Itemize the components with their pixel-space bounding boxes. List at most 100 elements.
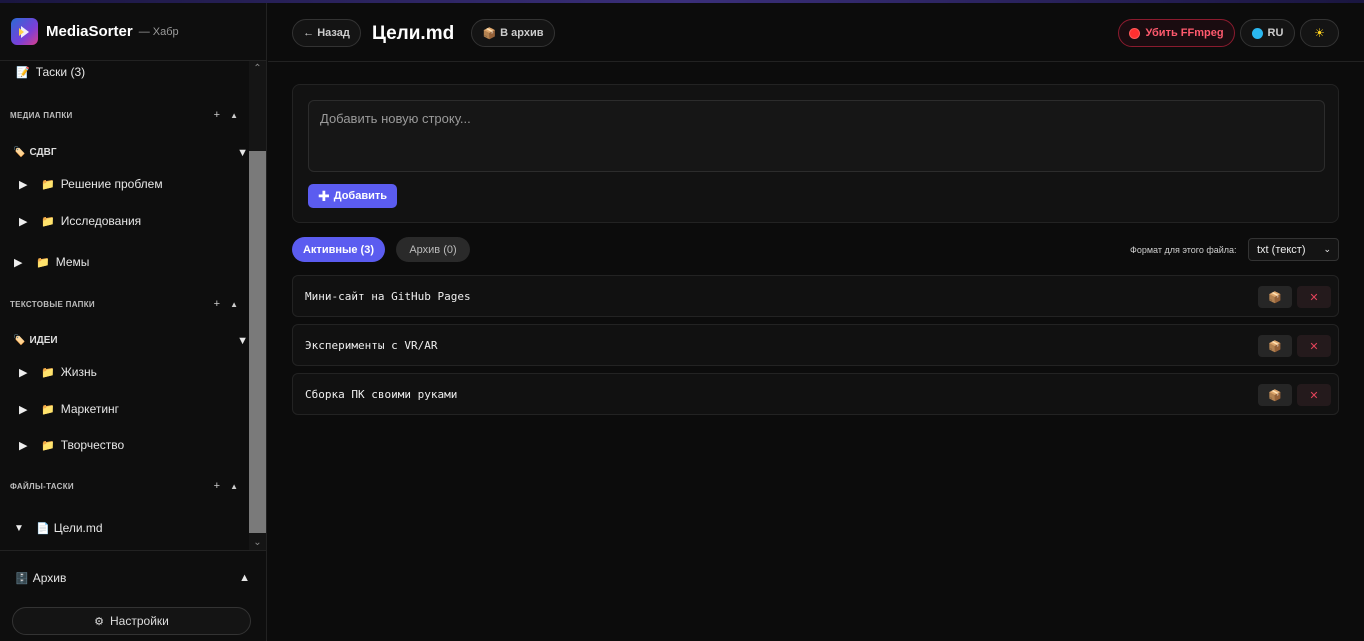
sun-icon: ☀	[1314, 26, 1325, 40]
folder-icon: 📁	[36, 256, 50, 269]
delete-item-button[interactable]: ✕	[1297, 335, 1331, 357]
add-media-folder-button[interactable]: +	[214, 109, 220, 122]
memo-icon: 📝	[16, 66, 30, 79]
page-title: Цели.md	[372, 23, 455, 44]
list-item: Мини-сайт на GitHub Pages 📦 ✕	[292, 275, 1339, 317]
group-label: ИДЕИ	[29, 335, 58, 346]
close-icon: ✕	[1309, 388, 1319, 402]
app-logo-icon	[11, 18, 38, 45]
section-text-folders: ТЕКСТОВЫЕ ПАПКИ + ▲	[10, 298, 248, 311]
section-title: ТЕКСТОВЫЕ ПАПКИ	[10, 300, 95, 309]
scroll-down-arrow-icon[interactable]: ⌄	[249, 535, 266, 551]
folder-icon: 📁	[41, 178, 55, 191]
section-title: ФАЙЛЫ-ТАСКИ	[10, 482, 74, 491]
collapse-media-section-button[interactable]: ▲	[230, 109, 238, 122]
folder-icon: 📁	[41, 403, 55, 416]
expand-triangle-icon[interactable]: ▶	[19, 403, 33, 416]
document-icon: 📄	[36, 522, 50, 535]
sidebar-folder-marketing[interactable]: ▶ 📁 Маркетинг	[19, 402, 248, 416]
expand-triangle-icon[interactable]: ▶	[19, 439, 33, 452]
kill-ffmpeg-button[interactable]: Убить FFmpeg	[1118, 19, 1235, 47]
archive-label: Архив	[32, 571, 67, 585]
add-text-folder-button[interactable]: +	[214, 298, 220, 311]
add-label: Добавить	[333, 190, 387, 202]
file-label: Цели.md	[53, 521, 103, 535]
group-label: СДВГ	[29, 147, 57, 158]
archive-file-button[interactable]: 📦 В архив	[471, 19, 555, 47]
group-toggle-icon[interactable]: ▼	[237, 147, 248, 159]
item-text: Эксперименты с VR/AR	[305, 338, 438, 352]
delete-item-button[interactable]: ✕	[1297, 384, 1331, 406]
add-line-button[interactable]: ✚ Добавить	[308, 184, 397, 208]
expand-triangle-icon[interactable]: ▶	[14, 256, 28, 269]
item-text: Сборка ПК своими руками	[305, 387, 458, 401]
record-dot-icon	[1129, 27, 1141, 39]
archive-item-button[interactable]: 📦	[1258, 286, 1292, 308]
folder-label: Маркетинг	[60, 402, 120, 416]
folder-label: Жизнь	[60, 365, 97, 379]
format-label: Формат для этого файла:	[1130, 245, 1237, 255]
sidebar-scrollbar[interactable]: ⌃ ⌄	[249, 61, 266, 551]
box-icon: 📦	[1268, 388, 1282, 402]
close-icon: ✕	[1309, 290, 1319, 304]
group-idei[interactable]: 🏷️ ИДЕИ ▼	[13, 335, 248, 347]
box-icon: 📦	[482, 27, 497, 40]
collapse-triangle-icon[interactable]: ▼	[14, 523, 28, 534]
archive-item-button[interactable]: 📦	[1258, 384, 1292, 406]
sidebar-item-archive[interactable]: 🗄️ Архив ▲	[15, 571, 255, 585]
add-task-file-button[interactable]: +	[214, 480, 220, 493]
tab-archived-items[interactable]: Архив (0)	[396, 237, 470, 262]
sidebar-item-tasks[interactable]: 📝 Таски (3)	[16, 65, 248, 79]
folder-icon: 📁	[41, 439, 55, 452]
folder-label: Исследования	[60, 214, 142, 228]
collapse-text-section-button[interactable]: ▲	[230, 298, 238, 311]
sidebar-file-celi[interactable]: ▼ 📄 Цели.md	[14, 521, 248, 535]
plus-icon: ✚	[317, 188, 330, 204]
tag-icon: 🏷️	[13, 147, 26, 158]
gear-icon: ⚙	[94, 615, 105, 628]
sidebar: MediaSorter — Хабр 📝 Таски (3) МЕДИА ПАП…	[0, 3, 267, 641]
language-button[interactable]: RU	[1240, 19, 1295, 47]
archive-item-button[interactable]: 📦	[1258, 335, 1292, 357]
format-select[interactable]: txt (текст) ⌄	[1248, 238, 1339, 261]
folder-icon: 📁	[41, 215, 55, 228]
sidebar-folder-reshenie[interactable]: ▶ 📁 Решение проблем	[19, 177, 248, 191]
list-item: Эксперименты с VR/AR 📦 ✕	[292, 324, 1339, 366]
tag-icon: 🏷️	[13, 335, 26, 346]
scroll-thumb[interactable]	[249, 151, 266, 533]
expand-triangle-icon[interactable]: ▶	[19, 215, 33, 228]
group-sdvg[interactable]: 🏷️ СДВГ ▼	[13, 147, 248, 159]
chevron-down-icon: ⌄	[1323, 244, 1331, 254]
group-toggle-icon[interactable]: ▼	[237, 335, 248, 347]
app-name: MediaSorter	[46, 23, 133, 40]
box-icon: 📦	[1268, 339, 1282, 353]
sidebar-folder-issledovaniya[interactable]: ▶ 📁 Исследования	[19, 214, 248, 228]
close-icon: ✕	[1309, 339, 1319, 353]
sidebar-item-label: Таски (3)	[35, 65, 86, 79]
app-subtitle: — Хабр	[138, 25, 179, 38]
add-line-card: ✚ Добавить	[292, 84, 1339, 223]
sidebar-folder-zhizn[interactable]: ▶ 📁 Жизнь	[19, 365, 248, 379]
kill-ffmpeg-label: Убить FFmpeg	[1145, 27, 1224, 39]
new-line-input[interactable]	[308, 100, 1325, 172]
tab-active-items[interactable]: Активные (3)	[292, 237, 385, 262]
scroll-up-arrow-icon[interactable]: ⌃	[249, 61, 266, 77]
folder-label: Решение проблем	[60, 177, 163, 191]
archive-file-label: В архив	[500, 27, 544, 39]
collapse-files-section-button[interactable]: ▲	[230, 480, 238, 493]
globe-icon	[1251, 27, 1263, 39]
item-text: Мини-сайт на GitHub Pages	[305, 289, 471, 303]
brand[interactable]: MediaSorter — Хабр	[0, 3, 266, 61]
section-title: МЕДИА ПАПКИ	[10, 111, 73, 120]
section-task-files: ФАЙЛЫ-ТАСКИ + ▲	[10, 480, 248, 493]
sidebar-tree: 📝 Таски (3) МЕДИА ПАПКИ + ▲ 🏷️ СДВГ ▼ ▶ …	[0, 61, 248, 549]
sidebar-folder-tvorchestvo[interactable]: ▶ 📁 Творчество	[19, 438, 248, 452]
expand-triangle-icon[interactable]: ▶	[19, 178, 33, 191]
back-button[interactable]: ← Назад	[292, 19, 361, 47]
settings-button[interactable]: ⚙ Настройки	[12, 607, 251, 635]
expand-triangle-icon[interactable]: ▶	[19, 366, 33, 379]
sidebar-folder-memy[interactable]: ▶ 📁 Мемы	[14, 255, 248, 269]
archive-toggle-icon[interactable]: ▲	[239, 572, 250, 584]
delete-item-button[interactable]: ✕	[1297, 286, 1331, 308]
theme-toggle-button[interactable]: ☀	[1300, 19, 1339, 47]
